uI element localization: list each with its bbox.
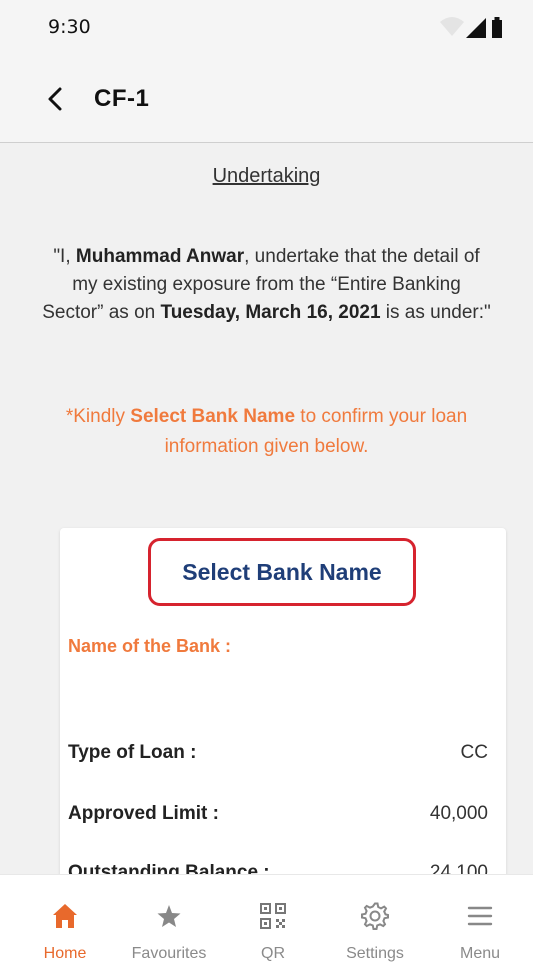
loan-type-row: Type of Loan : CC (68, 742, 488, 764)
nav-settings-label: Settings (346, 945, 404, 962)
outstanding-balance-label: Outstanding Balance : (68, 862, 270, 874)
wifi-icon (440, 17, 464, 36)
bottom-navigation: Home Favourites QR Settings Menu (0, 874, 533, 967)
outstanding-balance-value: 24,100 (429, 862, 488, 874)
undertaking-text-1: "I, (53, 246, 76, 267)
notice-emphasis: Select Bank Name (130, 406, 296, 427)
nav-home-label: Home (43, 945, 87, 962)
battery-icon (492, 20, 502, 38)
main-content[interactable]: Undertaking "I, Muhammad Anwar, undertak… (0, 143, 533, 874)
nav-menu[interactable]: Menu (427, 875, 533, 967)
bank-name-label: Name of the Bank : (68, 636, 232, 656)
nav-settings[interactable]: Settings (322, 875, 428, 967)
notice-prefix: *Kindly (65, 406, 131, 427)
select-bank-button[interactable]: Select Bank Name (148, 538, 416, 606)
undertaking-text-3: is as under:" (380, 302, 491, 323)
app-bar: CF-1 (0, 55, 533, 143)
loan-type-label: Type of Loan : (68, 742, 197, 763)
chevron-left-icon (48, 87, 62, 111)
approved-limit-row: Approved Limit : 40,000 (68, 803, 488, 825)
outstanding-balance-row: Outstanding Balance : 24,100 (68, 862, 488, 874)
home-icon (53, 904, 77, 928)
select-bank-notice: *Kindly Select Bank Name to confirm your… (50, 402, 483, 462)
nav-qr-label: QR (261, 945, 285, 962)
approved-limit-value: 40,000 (429, 803, 488, 824)
loan-info-card: Select Bank Name Name of the Bank : Type… (60, 528, 506, 874)
status-time: 9:30 (48, 16, 91, 38)
hamburger-menu-icon (467, 906, 493, 926)
undertaking-date: Tuesday, March 16, 2021 (160, 302, 381, 323)
undertaking-statement: "I, Muhammad Anwar, undertake that the d… (40, 243, 493, 327)
approved-limit-label: Approved Limit : (68, 803, 219, 824)
gear-icon (361, 902, 389, 930)
status-bar: 9:30 (0, 0, 533, 55)
nav-home[interactable]: Home (12, 875, 118, 967)
star-icon (157, 905, 181, 927)
customer-name: Muhammad Anwar (75, 246, 245, 267)
cellular-signal-icon (466, 18, 486, 38)
status-icons (440, 17, 502, 38)
nav-menu-label: Menu (459, 945, 501, 962)
undertaking-heading-text: Undertaking (212, 165, 321, 187)
loan-type-value: CC (460, 742, 488, 763)
nav-qr[interactable]: QR (220, 875, 326, 967)
undertaking-heading: Undertaking (0, 165, 533, 188)
qr-code-icon (260, 903, 286, 929)
back-button[interactable] (38, 81, 74, 117)
page-title: CF-1 (94, 85, 150, 112)
nav-favourites-label: Favourites (131, 945, 207, 962)
nav-favourites[interactable]: Favourites (116, 875, 222, 967)
